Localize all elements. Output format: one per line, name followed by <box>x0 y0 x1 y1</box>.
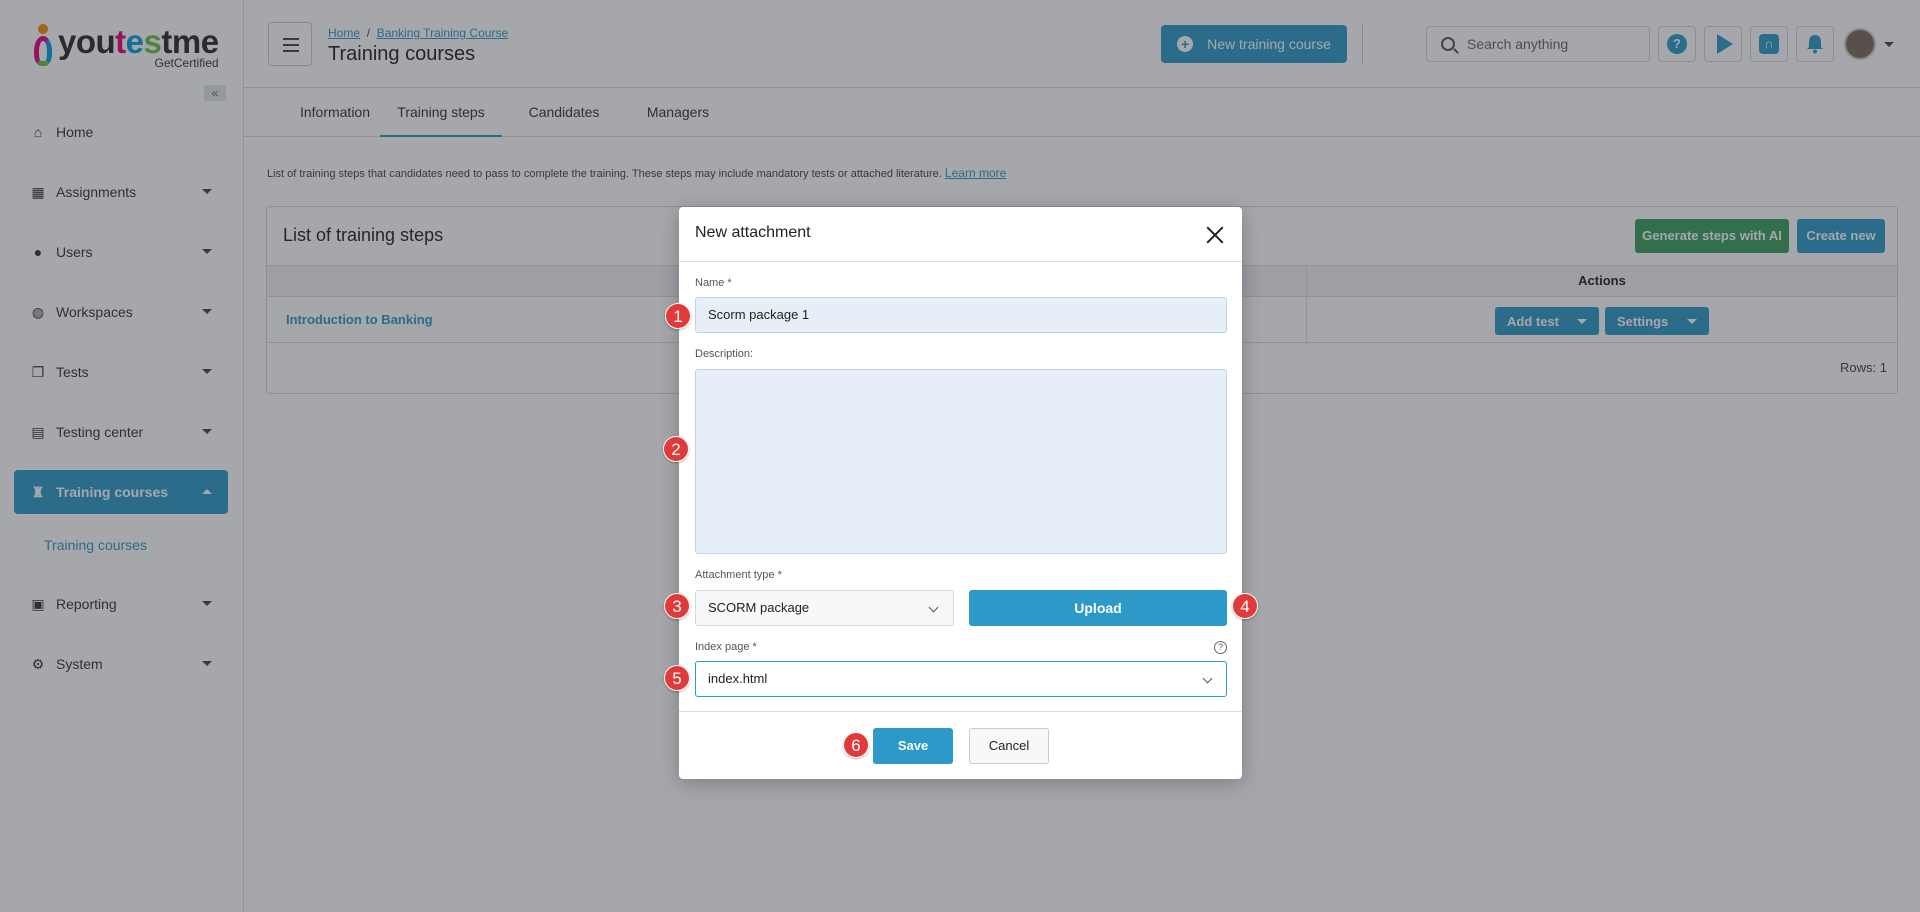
step-marker-6: 6 <box>843 732 869 758</box>
required-mark: * <box>777 569 782 581</box>
index-page-value: index.html <box>708 671 768 686</box>
step-marker-1: 1 <box>665 303 691 329</box>
index-page-label: Index page * <box>695 641 757 653</box>
step-marker-2: 2 <box>663 436 689 462</box>
description-field[interactable] <box>695 369 1227 554</box>
close-icon[interactable] <box>1205 225 1225 245</box>
index-page-select[interactable]: index.html <box>695 661 1227 697</box>
chevron-down-icon <box>1202 673 1213 684</box>
name-label-text: Name <box>695 277 725 289</box>
dialog-title: New attachment <box>695 224 811 241</box>
required-mark: * <box>727 277 732 289</box>
chevron-down-icon <box>928 602 939 613</box>
attachment-type-label: Attachment type * <box>695 569 782 581</box>
name-label: Name * <box>695 277 732 289</box>
dialog-footer-divider <box>679 711 1242 712</box>
name-field[interactable]: Scorm package 1 <box>695 297 1227 333</box>
step-marker-5: 5 <box>664 665 690 691</box>
dialog-header: New attachment <box>679 207 1242 262</box>
upload-button[interactable]: Upload <box>969 590 1227 626</box>
attachment-type-select[interactable]: SCORM package <box>695 590 954 626</box>
help-icon[interactable]: ? <box>1214 641 1227 654</box>
description-label: Description: <box>695 348 754 360</box>
step-marker-3: 3 <box>664 593 690 619</box>
cancel-button[interactable]: Cancel <box>969 728 1049 764</box>
save-button[interactable]: Save <box>873 728 953 764</box>
attachment-type-value: SCORM package <box>708 600 810 615</box>
index-page-label-text: Index page <box>695 641 750 653</box>
required-mark: * <box>752 641 757 653</box>
new-attachment-dialog: New attachment Name * Scorm package 1 De… <box>679 207 1242 779</box>
attachment-type-label-text: Attachment type <box>695 569 775 581</box>
step-marker-4: 4 <box>1232 593 1258 619</box>
